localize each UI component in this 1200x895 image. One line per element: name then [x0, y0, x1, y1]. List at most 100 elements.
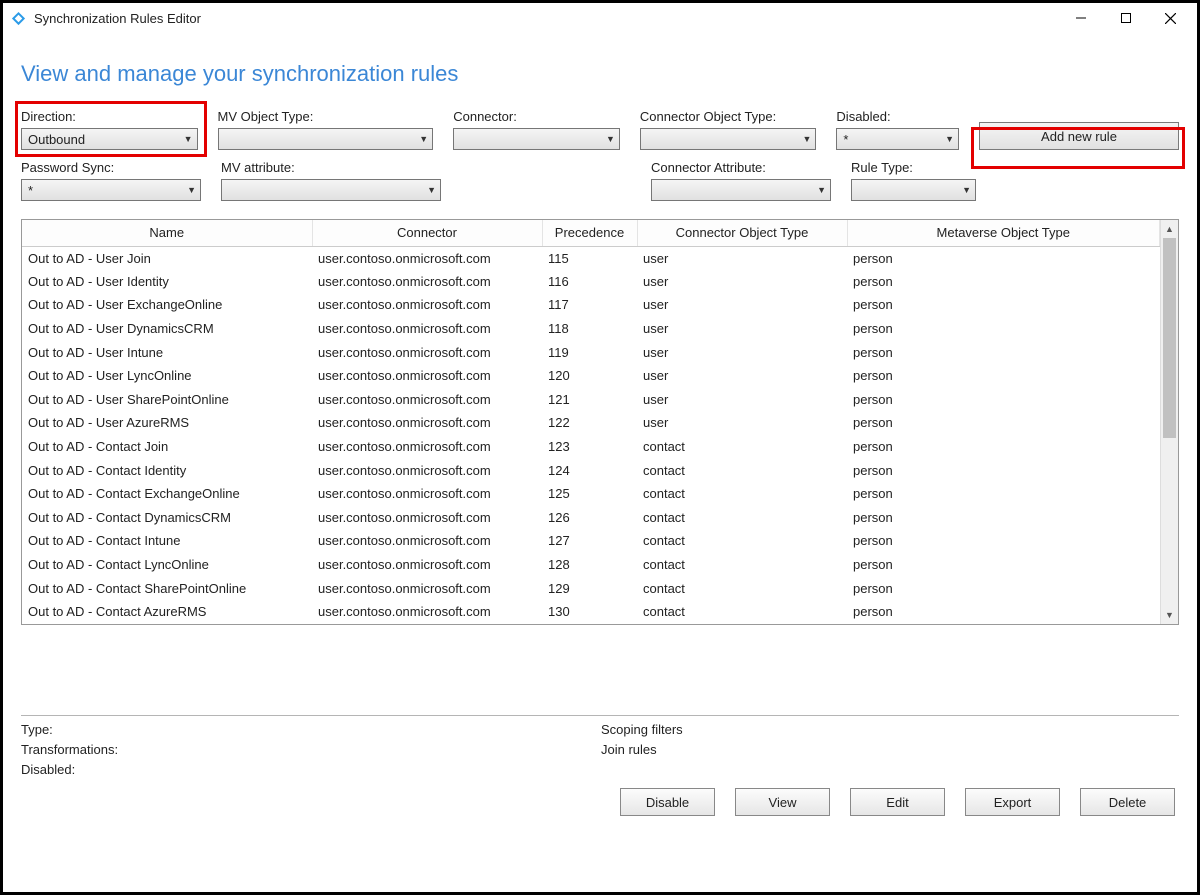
cell-mot: person [847, 482, 1160, 506]
disable-button[interactable]: Disable [620, 788, 715, 816]
chevron-down-icon: ▼ [419, 134, 428, 144]
col-connector[interactable]: Connector [312, 220, 542, 246]
page-title: View and manage your synchronization rul… [21, 61, 1179, 87]
vertical-scrollbar[interactable]: ▲ ▼ [1160, 220, 1178, 624]
view-button[interactable]: View [735, 788, 830, 816]
table-row[interactable]: Out to AD - User ExchangeOnlineuser.cont… [22, 293, 1160, 317]
cell-connector: user.contoso.onmicrosoft.com [312, 293, 542, 317]
table-row[interactable]: Out to AD - User LyncOnlineuser.contoso.… [22, 364, 1160, 388]
cell-connector: user.contoso.onmicrosoft.com [312, 246, 542, 270]
scroll-thumb[interactable] [1163, 238, 1176, 438]
table-row[interactable]: Out to AD - Contact Identityuser.contoso… [22, 458, 1160, 482]
table-row[interactable]: Out to AD - User DynamicsCRMuser.contoso… [22, 317, 1160, 341]
cell-name: Out to AD - Contact DynamicsCRM [22, 506, 312, 530]
direction-combo[interactable]: Outbound ▼ [21, 128, 198, 150]
cell-connector: user.contoso.onmicrosoft.com [312, 576, 542, 600]
filter-connector-label: Connector: [453, 109, 620, 124]
cell-precedence: 118 [542, 317, 637, 341]
cell-connector: user.contoso.onmicrosoft.com [312, 506, 542, 530]
table-row[interactable]: Out to AD - Contact DynamicsCRMuser.cont… [22, 506, 1160, 530]
content-area: View and manage your synchronization rul… [3, 33, 1197, 892]
cell-connector: user.contoso.onmicrosoft.com [312, 388, 542, 412]
table-row[interactable]: Out to AD - Contact SharePointOnlineuser… [22, 576, 1160, 600]
table-header-row: Name Connector Precedence Connector Obje… [22, 220, 1160, 246]
detail-transformations-label: Transformations: [21, 740, 601, 760]
cell-connector: user.contoso.onmicrosoft.com [312, 600, 542, 624]
connector-combo[interactable]: ▼ [453, 128, 620, 150]
cell-mot: person [847, 317, 1160, 341]
cell-connector: user.contoso.onmicrosoft.com [312, 458, 542, 482]
filter-connector-attribute-label: Connector Attribute: [651, 160, 831, 175]
mv-attribute-combo[interactable]: ▼ [221, 179, 441, 201]
cell-precedence: 117 [542, 293, 637, 317]
add-new-rule-button[interactable]: Add new rule [979, 122, 1179, 150]
col-mot[interactable]: Metaverse Object Type [847, 220, 1160, 246]
cell-cot: contact [637, 553, 847, 577]
scroll-up-icon[interactable]: ▲ [1161, 220, 1178, 238]
table-row[interactable]: Out to AD - Contact Intuneuser.contoso.o… [22, 529, 1160, 553]
table-row[interactable]: Out to AD - Contact AzureRMSuser.contoso… [22, 600, 1160, 624]
filter-mv-object-type-label: MV Object Type: [218, 109, 434, 124]
direction-value: Outbound [28, 132, 180, 147]
mv-object-type-combo[interactable]: ▼ [218, 128, 434, 150]
cell-connector: user.contoso.onmicrosoft.com [312, 317, 542, 341]
cell-cot: contact [637, 482, 847, 506]
cell-cot: contact [637, 506, 847, 530]
cell-precedence: 122 [542, 411, 637, 435]
cell-name: Out to AD - User SharePointOnline [22, 388, 312, 412]
cell-mot: person [847, 506, 1160, 530]
cell-mot: person [847, 553, 1160, 577]
rules-table: Name Connector Precedence Connector Obje… [22, 220, 1160, 624]
delete-button[interactable]: Delete [1080, 788, 1175, 816]
disabled-combo[interactable]: * ▼ [836, 128, 959, 150]
maximize-button[interactable] [1103, 4, 1148, 32]
table-row[interactable]: Out to AD - User SharePointOnlineuser.co… [22, 388, 1160, 412]
close-button[interactable] [1148, 4, 1193, 32]
detail-type-label: Type: [21, 720, 601, 740]
cell-mot: person [847, 293, 1160, 317]
table-row[interactable]: Out to AD - User AzureRMSuser.contoso.on… [22, 411, 1160, 435]
table-row[interactable]: Out to AD - User Identityuser.contoso.on… [22, 270, 1160, 294]
chevron-down-icon: ▼ [184, 134, 193, 144]
cell-connector: user.contoso.onmicrosoft.com [312, 270, 542, 294]
cell-name: Out to AD - User AzureRMS [22, 411, 312, 435]
chevron-down-icon: ▼ [817, 185, 826, 195]
cell-cot: contact [637, 576, 847, 600]
export-button[interactable]: Export [965, 788, 1060, 816]
scroll-track[interactable] [1161, 238, 1178, 606]
scroll-down-icon[interactable]: ▼ [1161, 606, 1178, 624]
cell-precedence: 128 [542, 553, 637, 577]
col-precedence[interactable]: Precedence [542, 220, 637, 246]
cell-precedence: 130 [542, 600, 637, 624]
table-row[interactable]: Out to AD - User Joinuser.contoso.onmicr… [22, 246, 1160, 270]
cell-mot: person [847, 340, 1160, 364]
cell-name: Out to AD - Contact ExchangeOnline [22, 482, 312, 506]
filter-connector-object-type: Connector Object Type: ▼ [640, 109, 817, 150]
minimize-button[interactable] [1058, 4, 1103, 32]
cell-precedence: 124 [542, 458, 637, 482]
table-row[interactable]: Out to AD - User Intuneuser.contoso.onmi… [22, 340, 1160, 364]
cell-connector: user.contoso.onmicrosoft.com [312, 435, 542, 459]
col-name[interactable]: Name [22, 220, 312, 246]
filter-disabled-label: Disabled: [836, 109, 959, 124]
password-sync-combo[interactable]: * ▼ [21, 179, 201, 201]
chevron-down-icon: ▼ [427, 185, 436, 195]
filter-connector: Connector: ▼ [453, 109, 620, 150]
cell-mot: person [847, 270, 1160, 294]
cell-mot: person [847, 388, 1160, 412]
edit-button[interactable]: Edit [850, 788, 945, 816]
filter-mv-attribute: MV attribute: ▼ [221, 160, 441, 201]
cell-cot: user [637, 388, 847, 412]
rule-type-combo[interactable]: ▼ [851, 179, 976, 201]
filter-rule-type-label: Rule Type: [851, 160, 976, 175]
cell-precedence: 123 [542, 435, 637, 459]
table-row[interactable]: Out to AD - Contact Joinuser.contoso.onm… [22, 435, 1160, 459]
col-cot[interactable]: Connector Object Type [637, 220, 847, 246]
connector-object-type-combo[interactable]: ▼ [640, 128, 817, 150]
table-row[interactable]: Out to AD - Contact LyncOnlineuser.conto… [22, 553, 1160, 577]
cell-cot: user [637, 246, 847, 270]
table-row[interactable]: Out to AD - Contact ExchangeOnlineuser.c… [22, 482, 1160, 506]
connector-attribute-combo[interactable]: ▼ [651, 179, 831, 201]
cell-name: Out to AD - Contact SharePointOnline [22, 576, 312, 600]
cell-mot: person [847, 529, 1160, 553]
